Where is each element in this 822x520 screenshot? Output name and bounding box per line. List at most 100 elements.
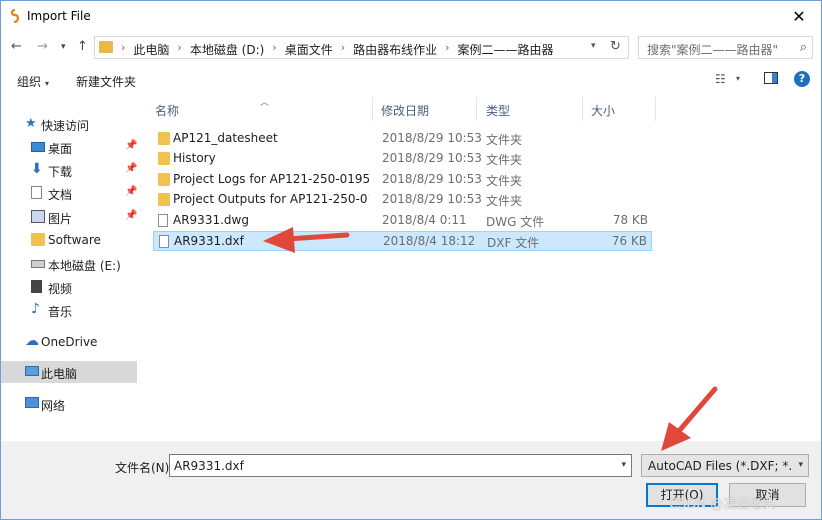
file-name: Project Logs for AP121-250-01951-0... [173, 172, 369, 186]
chevron-down-icon: ▾ [798, 460, 803, 470]
file-row[interactable]: Project Logs for AP121-250-01951-0... 20… [153, 170, 652, 190]
help-icon[interactable]: ? [794, 71, 810, 87]
chevron-right-icon: › [272, 41, 277, 54]
column-divider[interactable] [476, 97, 477, 121]
pin-icon: 📌 [125, 140, 138, 151]
file-icon [158, 214, 168, 227]
column-header-type[interactable]: 类型 [486, 102, 510, 119]
file-type-filter-select[interactable]: AutoCAD Files (*.DXF; *.DWG ▾ [641, 454, 809, 477]
pin-icon: 📌 [125, 163, 138, 174]
breadcrumb-item[interactable]: 案例二——路由器 [458, 41, 554, 58]
chevron-down-icon[interactable]: ▾ [621, 460, 626, 470]
file-type: 文件夹 [486, 174, 523, 188]
recent-locations-chevron-icon[interactable]: ▾ [61, 42, 66, 52]
file-date: 2018/8/29 10:53 [382, 172, 482, 186]
document-icon [31, 186, 42, 199]
new-folder-button[interactable]: 新建文件夹 [76, 73, 136, 90]
address-bar[interactable]: › 此电脑 › 本地磁盘 (D:) › 桌面文件 › 路由器布线作业 › 案例二… [94, 36, 629, 59]
network-icon [25, 397, 39, 408]
sidebar-item-music[interactable]: ♪ 音乐 [1, 299, 137, 321]
filename-label: 文件名(N): [115, 461, 174, 475]
folder-icon [99, 41, 113, 53]
title-bar: Import File ✕ [1, 1, 821, 32]
sidebar-item-label: Software [48, 233, 101, 247]
file-date: 2018/8/29 10:53 [382, 131, 482, 145]
folder-icon [158, 152, 170, 165]
desktop-icon [31, 142, 45, 152]
file-row[interactable]: History 2018/8/29 10:53 文件夹 [153, 149, 652, 169]
sidebar-item-label: 桌面 [48, 142, 73, 156]
file-date: 2018/8/29 10:53 [382, 151, 482, 165]
back-button[interactable]: ← [11, 39, 22, 54]
sidebar-item-videos[interactable]: 视频 [1, 276, 137, 298]
breadcrumb: › 此电脑 › 本地磁盘 (D:) › 桌面文件 › 路由器布线作业 › 案例二… [119, 41, 554, 58]
file-row[interactable]: AR9331.dwg 2018/8/4 0:11 DWG 文件 78 KB [153, 211, 652, 231]
file-row-selected[interactable]: AR9331.dxf 2018/8/4 18:12 DXF 文件 76 KB [153, 231, 652, 251]
sidebar-item-software[interactable]: Software [1, 229, 137, 251]
sidebar-item-network[interactable]: 网络 [1, 393, 137, 415]
chevron-right-icon: › [340, 41, 346, 54]
sidebar-item-onedrive[interactable]: ☁ OneDrive [1, 331, 137, 353]
file-row[interactable]: Project Outputs for AP121-250-01951... 2… [153, 190, 652, 210]
view-options-icon[interactable]: ☷ [715, 72, 726, 86]
column-header-date[interactable]: 修改日期 [381, 102, 429, 119]
sidebar-item-label: OneDrive [41, 335, 98, 349]
window-title: Import File [27, 9, 91, 23]
close-button[interactable]: ✕ [777, 1, 821, 31]
filename-value: AR9331.dxf [174, 459, 244, 473]
file-size: 78 KB [612, 213, 648, 227]
file-type: 文件夹 [486, 194, 523, 208]
column-divider[interactable] [582, 97, 583, 121]
sidebar-item-desktop[interactable]: 桌面 📌 [1, 136, 137, 158]
sidebar-item-pictures[interactable]: 图片 📌 [1, 206, 137, 228]
file-type: 文件夹 [486, 133, 523, 147]
column-divider[interactable] [655, 97, 656, 121]
sidebar-item-quick-access[interactable]: ★ 快速访问 [1, 113, 137, 135]
folder-icon [158, 173, 170, 186]
file-name: Project Outputs for AP121-250-01951... [173, 192, 369, 206]
close-icon: ✕ [792, 6, 806, 26]
sidebar-item-this-pc[interactable]: 此电脑 [1, 361, 137, 383]
search-icon[interactable]: ⌕ [800, 40, 807, 55]
chevron-down-icon[interactable]: ▾ [736, 74, 740, 83]
organize-button[interactable]: 组织 ▾ [17, 73, 49, 90]
sidebar-item-label: 下载 [48, 165, 73, 179]
sidebar-item-label: 本地磁盘 (E:) [48, 259, 121, 273]
file-row[interactable]: AP121_datesheet 2018/8/29 10:53 文件夹 [153, 129, 652, 149]
folder-icon [31, 233, 45, 246]
cloud-icon: ☁ [25, 333, 39, 349]
breadcrumb-item[interactable]: 路由器布线作业 [353, 41, 437, 58]
search-input[interactable]: 搜索"案例二——路由器" ⌕ [638, 36, 813, 59]
breadcrumb-item[interactable]: 桌面文件 [285, 41, 333, 58]
sort-ascending-icon: ︿ [260, 98, 270, 108]
address-dropdown-chevron-icon[interactable]: ▾ [591, 41, 596, 51]
sidebar-item-label: 视频 [48, 282, 73, 296]
refresh-icon[interactable]: ↻ [610, 39, 621, 54]
chevron-right-icon: › [121, 41, 126, 54]
sidebar-item-label: 文档 [48, 188, 73, 202]
file-date: 2018/8/29 10:53 [382, 192, 482, 206]
music-icon: ♪ [31, 301, 40, 317]
sidebar-item-documents[interactable]: 文档 📌 [1, 182, 137, 204]
up-button[interactable]: ↑ [77, 39, 88, 54]
filename-field[interactable]: AR9331.dxf ▾ [169, 454, 632, 477]
preview-pane-icon[interactable] [764, 72, 778, 84]
file-name: AR9331.dxf [174, 234, 244, 248]
sidebar-item-downloads[interactable]: ⬇ 下载 📌 [1, 159, 137, 181]
app-icon [10, 9, 20, 23]
import-file-dialog: Import File ✕ ← → ▾ ↑ › 此电脑 › 本地磁盘 (D:) … [0, 0, 822, 520]
navigation-pane: ★ 快速访问 桌面 📌 ⬇ 下载 📌 文档 📌 图片 📌 Software 本地… [1, 95, 139, 441]
file-type: DWG 文件 [486, 215, 545, 229]
column-header-size[interactable]: 大小 [591, 102, 615, 119]
pin-icon: 📌 [125, 186, 138, 197]
file-name: History [173, 151, 216, 165]
video-icon [31, 280, 42, 293]
breadcrumb-item[interactable]: 此电脑 [133, 41, 169, 58]
watermark: CSDN @凌迟老头 [669, 497, 776, 512]
breadcrumb-item[interactable]: 本地磁盘 (D:) [190, 41, 264, 58]
sidebar-item-local-disk-e[interactable]: 本地磁盘 (E:) [1, 253, 137, 275]
column-header-name[interactable]: 名称 [155, 102, 179, 119]
forward-button[interactable]: → [37, 39, 48, 54]
column-divider[interactable] [372, 97, 373, 121]
file-type: DXF 文件 [487, 236, 540, 250]
